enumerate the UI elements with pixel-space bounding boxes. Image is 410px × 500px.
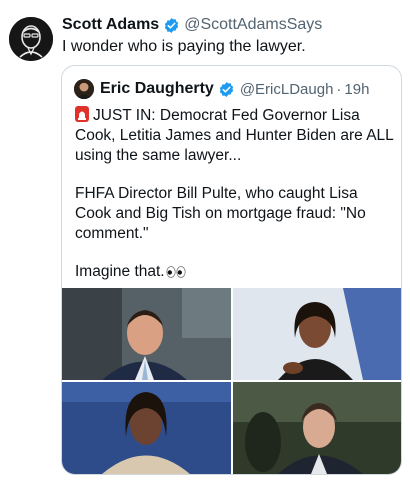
quoted-paragraph-1-text: JUST IN: Democrat Fed Governor Lisa Cook…: [75, 107, 394, 164]
quoted-paragraph: JUST IN: Democrat Fed Governor Lisa Cook…: [75, 106, 395, 166]
author-name[interactable]: Scott Adams: [62, 16, 159, 34]
verified-badge-icon: [163, 17, 180, 34]
media-grid[interactable]: [62, 288, 401, 474]
photo-woman-speaking[interactable]: [233, 288, 401, 380]
quoted-timestamp[interactable]: 19h: [344, 81, 369, 98]
quoted-verified-badge-icon: [218, 81, 235, 98]
quoted-header: Eric Daugherty @EricLDaugh · 19h: [74, 78, 369, 100]
author-handle[interactable]: @ScottAdamsSays: [184, 16, 322, 34]
quoted-author-avatar[interactable]: [74, 79, 94, 99]
police-siren-icon: [75, 106, 89, 122]
photo-woman-courtroom[interactable]: [62, 382, 231, 474]
quoted-text: JUST IN: Democrat Fed Governor Lisa Cook…: [75, 106, 395, 284]
author-avatar[interactable]: [9, 17, 53, 61]
photo-man-outdoors[interactable]: [233, 382, 401, 474]
quoted-paragraph: Imagine that.: [75, 262, 395, 284]
quoted-paragraph-3-text: Imagine that.: [75, 263, 165, 280]
quoted-tweet[interactable]: Eric Daugherty @EricLDaugh · 19h JUST IN…: [61, 65, 402, 475]
quoted-author-name[interactable]: Eric Daugherty: [100, 80, 214, 98]
quoted-author-handle[interactable]: @EricLDaugh: [240, 81, 334, 98]
eyes-icon: [166, 264, 186, 284]
post-text: I wonder who is paying the lawyer.: [62, 38, 306, 55]
photo-man-suit[interactable]: [62, 288, 231, 380]
quoted-paragraph: FHFA Director Bill Pulte, who caught Lis…: [75, 185, 366, 242]
separator-dot: ·: [336, 80, 342, 98]
tweet[interactable]: Scott Adams @ScottAdamsSays I wonder who…: [0, 0, 410, 500]
post-header: Scott Adams @ScottAdamsSays: [62, 14, 322, 36]
